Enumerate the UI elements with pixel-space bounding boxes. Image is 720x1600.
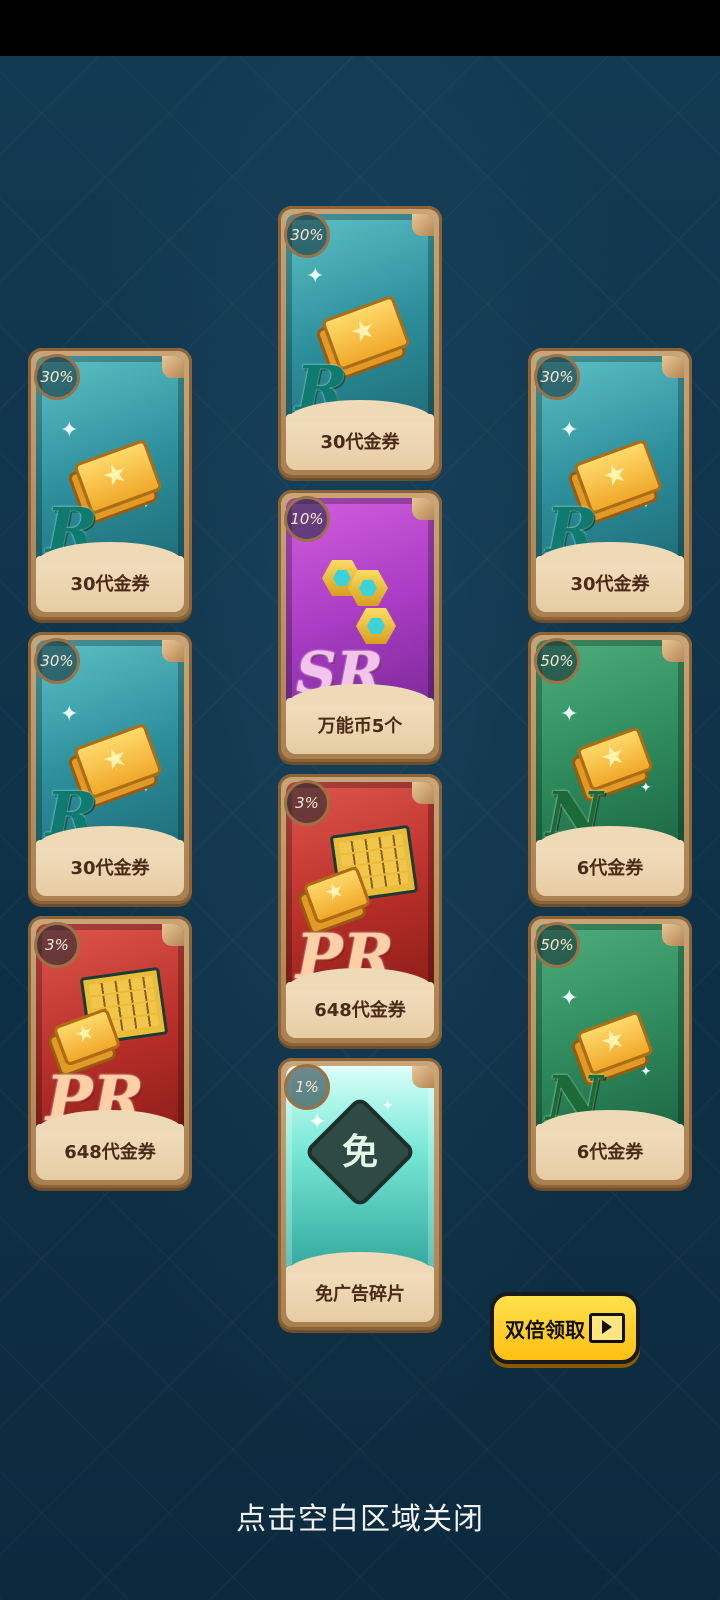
card-label: 30代金券	[570, 574, 650, 595]
drop-rate-badge: 3%	[284, 780, 330, 826]
card-label: 30代金券	[320, 432, 400, 453]
drop-rate-badge: 3%	[34, 922, 80, 968]
sparkle-icon: ✦	[306, 264, 325, 289]
reward-card[interactable]: ✦ ✦ ★ R 30% 30代金券	[528, 348, 692, 620]
sparkle-icon: ✦	[640, 496, 652, 512]
sparkle-icon: ✦	[60, 418, 79, 443]
sparkle-icon: ✦	[560, 702, 579, 727]
video-icon	[589, 1313, 625, 1343]
sparkle-icon: ✦	[560, 986, 579, 1011]
drop-rate-badge: 1%	[284, 1064, 330, 1110]
reward-card[interactable]: ✦ ✦ 免 1% 免广告碎片	[278, 1058, 442, 1330]
drop-rate-badge: 30%	[534, 354, 580, 400]
sparkle-icon: ✦	[140, 780, 152, 796]
reward-card[interactable]: ✦ ✦ ★ R 30% 30代金券	[28, 632, 192, 904]
card-label: 30代金券	[70, 574, 150, 595]
double-claim-button[interactable]: 双倍领取	[490, 1292, 640, 1364]
double-claim-label: 双倍领取	[505, 1317, 585, 1342]
card-label: 6代金券	[576, 1142, 644, 1163]
reward-card[interactable]: ★ PR 3% 648代金券	[278, 774, 442, 1046]
drop-rate-badge: 30%	[284, 212, 330, 258]
card-label: 万能币5个	[317, 716, 403, 737]
reward-card[interactable]: ✦ ✦ ★ N 50% 6代金券	[528, 916, 692, 1188]
card-label: 648代金券	[64, 1142, 156, 1163]
card-label: 6代金券	[576, 858, 644, 879]
status-bar	[0, 0, 720, 56]
drop-rate-badge: 30%	[34, 638, 80, 684]
ad-free-piece-char: 免	[341, 1131, 378, 1173]
reward-card[interactable]: ✦ ✦ ★ R 30% 30代金券	[278, 206, 442, 478]
drop-rate-badge: 10%	[284, 496, 330, 542]
drop-rate-badge: 50%	[534, 638, 580, 684]
reward-card[interactable]: ★ PR 3% 648代金券	[28, 916, 192, 1188]
sparkle-icon: ✦	[140, 496, 152, 512]
sparkle-icon: ✦	[560, 418, 579, 443]
reward-card[interactable]: ✦ ✦ ★ R 30% 30代金券	[28, 348, 192, 620]
reward-card[interactable]: SR 10% 万能币5个	[278, 490, 442, 762]
sparkle-icon: ✦	[60, 702, 79, 727]
card-label: 免广告碎片	[315, 1284, 405, 1305]
reward-card[interactable]: ✦ ✦ ★ N 50% 6代金券	[528, 632, 692, 904]
drop-rate-badge: 50%	[534, 922, 580, 968]
sparkle-icon: ✦	[382, 1098, 394, 1114]
card-label: 30代金券	[70, 858, 150, 879]
sparkle-icon: ✦	[640, 780, 652, 796]
close-hint-text: 点击空白区域关闭	[236, 1502, 484, 1537]
card-label: 648代金券	[314, 1000, 406, 1021]
sparkle-icon: ✦	[640, 1064, 652, 1080]
drop-rate-badge: 30%	[34, 354, 80, 400]
